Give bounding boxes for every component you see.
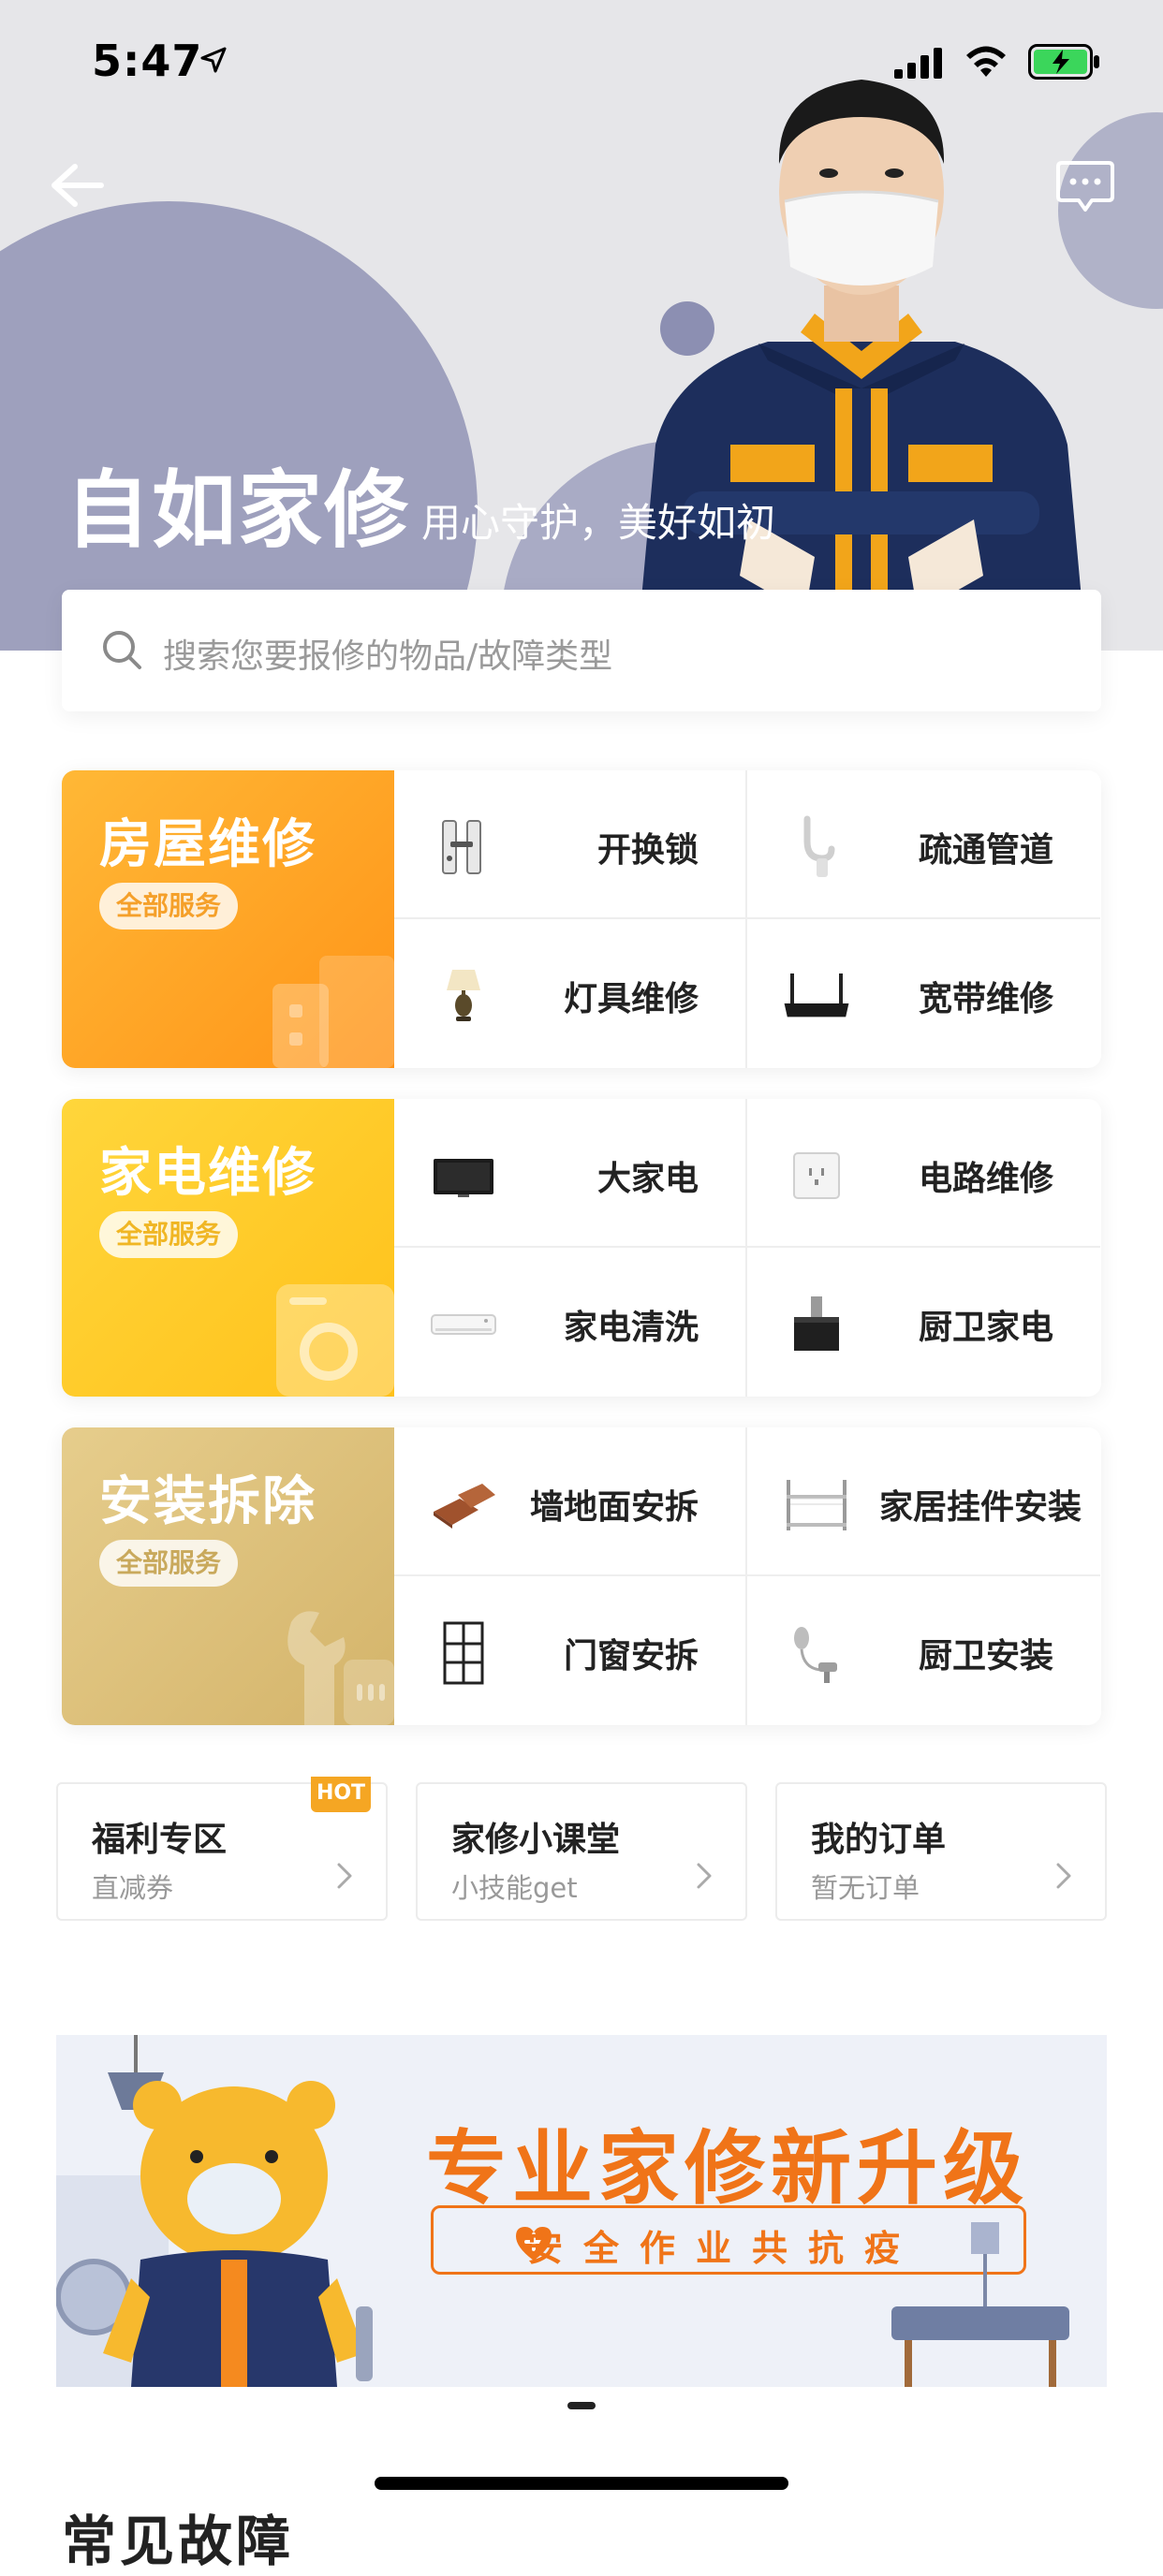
category-card-house-repair: 房屋维修 全部服务 开换锁 疏通管道 灯具维修 宽带维修 bbox=[62, 770, 1101, 1068]
all-services-button[interactable]: 全部服务 bbox=[99, 1211, 239, 1258]
service-item-kitchen-appliance[interactable]: 厨卫家电 bbox=[747, 1248, 1100, 1397]
service-label: 电路维修 bbox=[918, 1160, 1053, 1198]
service-item-lamp[interactable]: 灯具维修 bbox=[394, 919, 747, 1068]
category-card-installation: 安装拆除 全部服务 墙地面安拆 家居挂件安装 门窗安拆 厨卫安装 bbox=[62, 1427, 1101, 1725]
quick-link-classroom[interactable]: 家修小课堂 小技能get bbox=[416, 1782, 747, 1921]
air-conditioner-icon bbox=[431, 1314, 496, 1335]
service-item-lock[interactable]: 开换锁 bbox=[394, 770, 747, 919]
wifi-icon bbox=[966, 46, 1006, 77]
message-bubble-icon[interactable] bbox=[1056, 159, 1114, 215]
service-label: 门窗安拆 bbox=[563, 1637, 699, 1676]
power-outlet-icon bbox=[793, 1152, 840, 1199]
service-item-bathroom-install[interactable]: 厨卫安装 bbox=[747, 1576, 1100, 1725]
service-label: 大家电 bbox=[596, 1160, 699, 1198]
service-label: 疏通管道 bbox=[918, 831, 1053, 870]
battery-charging-icon bbox=[1028, 44, 1099, 80]
category-title: 家电维修 bbox=[99, 1143, 317, 1204]
category-header[interactable]: 安装拆除 全部服务 bbox=[62, 1427, 394, 1725]
location-arrow-icon bbox=[200, 47, 227, 73]
page-subtitle: 用心守护，美好如初 bbox=[421, 500, 776, 546]
door-lock-icon bbox=[442, 820, 481, 874]
back-arrow-icon[interactable] bbox=[49, 161, 105, 210]
range-hood-icon bbox=[794, 1296, 839, 1351]
quick-link-title: 我的订单 bbox=[811, 1821, 947, 1859]
router-icon bbox=[784, 973, 849, 1017]
quick-link-subtitle: 小技能get bbox=[451, 1872, 578, 1904]
window-frame-icon bbox=[443, 1621, 484, 1685]
service-label: 灯具维修 bbox=[563, 980, 699, 1018]
category-card-appliance-repair: 家电维修 全部服务 大家电 电路维修 家电清洗 厨卫家电 bbox=[62, 1099, 1101, 1397]
section-title-common-faults: 常见故障 bbox=[62, 2510, 295, 2573]
quick-link-subtitle: 暂无订单 bbox=[811, 1872, 920, 1904]
side-table-lamp-icon bbox=[891, 2222, 1069, 2387]
service-item-circuit[interactable]: 电路维修 bbox=[747, 1099, 1100, 1248]
page-title: 自如家修 bbox=[66, 461, 410, 560]
quick-link-subtitle: 直减券 bbox=[92, 1872, 174, 1904]
category-header[interactable]: 房屋维修 全部服务 bbox=[62, 770, 394, 1068]
television-icon bbox=[434, 1159, 493, 1197]
home-indicator[interactable] bbox=[375, 2477, 788, 2490]
repair-worker-image bbox=[637, 80, 1086, 651]
carousel-indicator bbox=[567, 2402, 596, 2409]
building-icon bbox=[272, 956, 394, 1068]
service-item-broadband[interactable]: 宽带维修 bbox=[747, 919, 1100, 1068]
wrench-icon bbox=[287, 1611, 394, 1725]
search-icon bbox=[103, 631, 141, 669]
service-label: 宽带维修 bbox=[918, 980, 1053, 1018]
service-label: 墙地面安拆 bbox=[529, 1488, 699, 1527]
category-title: 安装拆除 bbox=[99, 1471, 317, 1532]
category-header[interactable]: 家电维修 全部服务 bbox=[62, 1099, 394, 1397]
service-item-wall-floor[interactable]: 墙地面安拆 bbox=[394, 1427, 747, 1576]
drain-pipe-icon bbox=[803, 815, 835, 877]
service-item-door-window[interactable]: 门窗安拆 bbox=[394, 1576, 747, 1725]
decor-bubble bbox=[0, 201, 478, 651]
quick-link-title: 福利专区 bbox=[92, 1821, 228, 1859]
banner-title: 专业家修新升级 bbox=[426, 2122, 1029, 2216]
quick-link-welfare[interactable]: HOT 福利专区 直减券 bbox=[56, 1777, 388, 1921]
shower-head-icon bbox=[794, 1627, 837, 1683]
washing-machine-icon bbox=[276, 1284, 394, 1397]
quick-link-my-orders[interactable]: 我的订单 暂无订单 bbox=[775, 1782, 1107, 1921]
search-placeholder: 搜索您要报修的物品/故障类型 bbox=[163, 637, 613, 676]
category-title: 房屋维修 bbox=[99, 814, 317, 875]
quick-link-title: 家修小课堂 bbox=[451, 1821, 621, 1859]
service-item-drain[interactable]: 疏通管道 bbox=[747, 770, 1100, 919]
banner-subtitle: 安全作业共抗疫 bbox=[527, 2228, 921, 2269]
search-bar[interactable]: 搜索您要报修的物品/故障类型 bbox=[62, 590, 1101, 711]
service-label: 家电清洗 bbox=[563, 1309, 699, 1347]
chevron-right-icon bbox=[1056, 1863, 1071, 1889]
service-label: 家居挂件安装 bbox=[878, 1488, 1082, 1527]
service-item-large-appliance[interactable]: 大家电 bbox=[394, 1099, 747, 1248]
bear-mascot-image bbox=[56, 2035, 373, 2387]
service-item-appliance-cleaning[interactable]: 家电清洗 bbox=[394, 1248, 747, 1397]
chevron-right-icon bbox=[697, 1863, 712, 1889]
promo-banner[interactable]: 专业家修新升级 安全作业共抗疫 bbox=[56, 2035, 1107, 2387]
hot-badge: HOT bbox=[311, 1777, 371, 1812]
service-label: 厨卫安装 bbox=[918, 1637, 1053, 1676]
service-item-wall-fixture[interactable]: 家居挂件安装 bbox=[747, 1427, 1100, 1576]
hero-banner: 5:47 自如家修 用心守护，美好如初 bbox=[0, 0, 1163, 651]
service-label: 厨卫家电 bbox=[918, 1309, 1053, 1347]
wall-shelf-icon bbox=[787, 1480, 846, 1530]
service-label: 开换锁 bbox=[596, 831, 699, 870]
all-services-button[interactable]: 全部服务 bbox=[99, 1540, 239, 1587]
floor-tile-icon bbox=[434, 1484, 495, 1529]
table-lamp-icon bbox=[447, 970, 480, 1021]
status-time: 5:47 bbox=[92, 36, 203, 86]
chevron-right-icon bbox=[337, 1863, 352, 1889]
cellular-signal-icon bbox=[894, 48, 942, 79]
all-services-button[interactable]: 全部服务 bbox=[99, 883, 239, 929]
status-bar: 5:47 bbox=[0, 0, 1163, 122]
